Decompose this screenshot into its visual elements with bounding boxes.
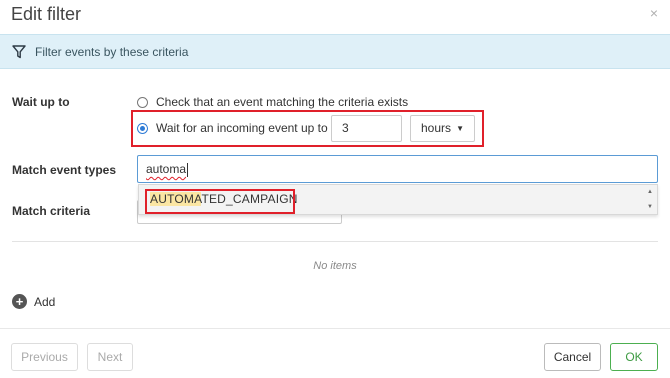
wait-amount-input[interactable]: 3 [331,115,402,142]
cancel-button[interactable]: Cancel [544,343,601,371]
chevron-down-icon: ▼ [456,124,464,133]
dialog-title: Edit filter [11,4,82,24]
next-button[interactable]: Next [87,343,133,371]
add-label: Add [34,294,56,309]
radio-label: Check that an event matching the criteri… [156,95,409,109]
radio-wait-incoming[interactable]: Wait for an incoming event up to [137,121,328,135]
add-button[interactable]: + Add [12,294,55,309]
close-icon[interactable]: × [650,6,658,20]
plus-circle-icon: + [12,294,27,309]
no-items-text: No items [313,260,357,272]
text-cursor [187,162,189,177]
info-bar: Filter events by these criteria [0,34,670,69]
wait-unit-select[interactable]: hours ▼ [410,115,475,142]
previous-button[interactable]: Previous [11,343,78,371]
wait-up-to-label: Wait up to [12,95,70,109]
ok-button[interactable]: OK [610,343,658,371]
event-type-input[interactable]: automa [137,155,658,183]
divider [12,241,658,242]
typed-text: automa [146,162,187,176]
radio-button[interactable] [137,96,148,108]
radio-button-selected[interactable] [137,122,148,134]
radio-check-exists[interactable]: Check that an event matching the criteri… [137,95,408,109]
match-criteria-label: Match criteria [12,204,91,218]
suggestion-highlight [145,189,295,214]
footer-divider [0,328,670,329]
filter-icon [12,44,26,59]
info-text: Filter events by these criteria [35,44,189,59]
unit-value: hours [421,121,452,135]
scroll-up-icon[interactable]: ▲ [647,189,653,195]
scroll-down-icon[interactable]: ▼ [647,204,653,210]
radio-label: Wait for an incoming event up to [156,121,328,135]
match-event-types-label: Match event types [12,163,117,177]
